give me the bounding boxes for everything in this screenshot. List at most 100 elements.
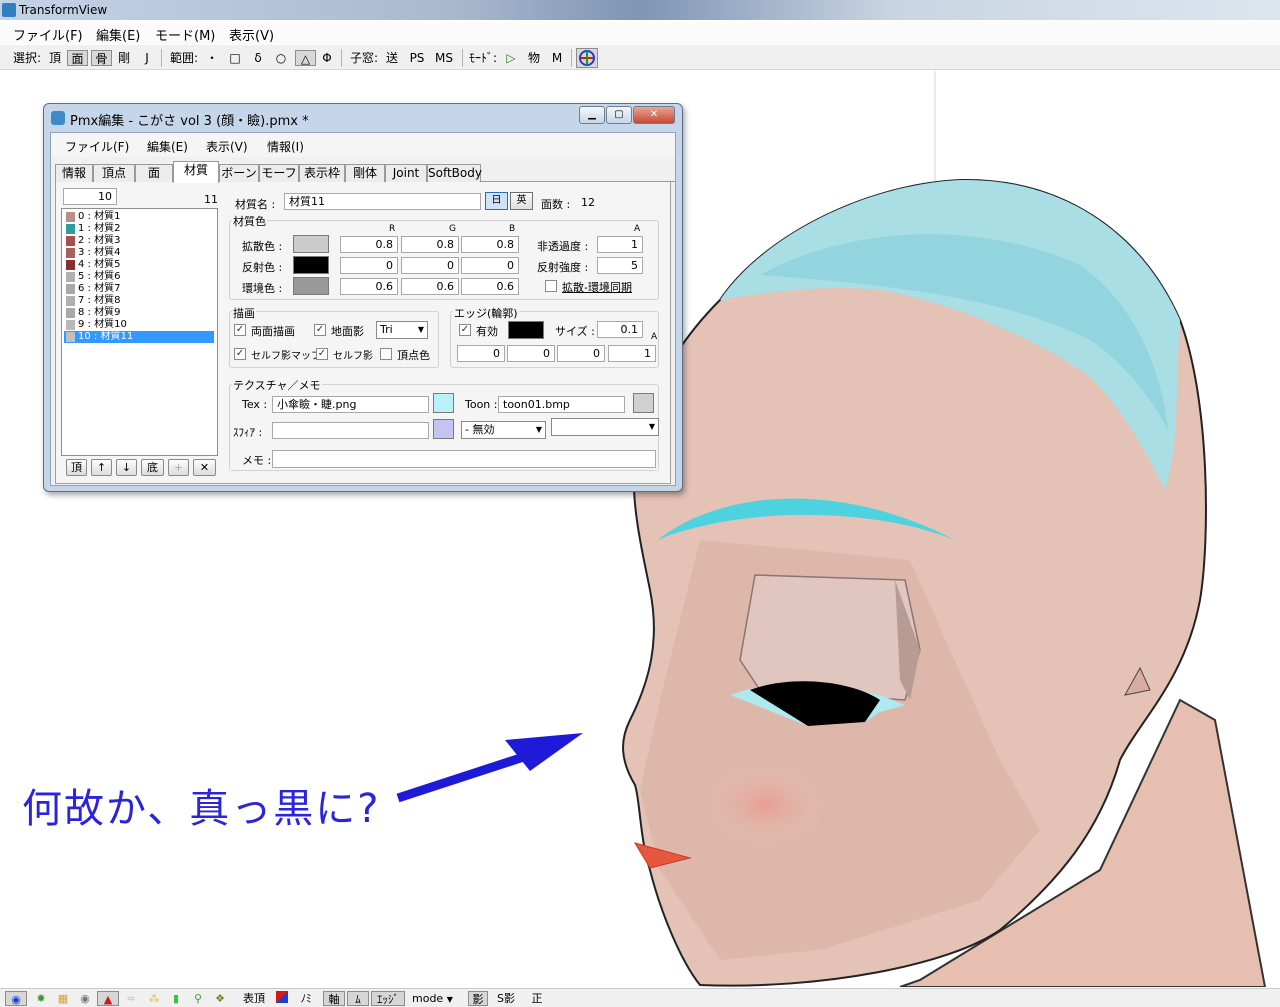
tab-softbody[interactable]: SoftBody bbox=[427, 164, 482, 182]
ambient-r-input[interactable]: 0.6 bbox=[340, 278, 398, 295]
range-phi-button[interactable]: Φ bbox=[318, 50, 336, 66]
specular-color-swatch[interactable] bbox=[293, 256, 329, 274]
status-axis-button[interactable]: 軸 bbox=[323, 991, 345, 1006]
ground-shadow-checkbox[interactable]: ✓ bbox=[314, 324, 326, 336]
tab-morph[interactable]: モーフ bbox=[259, 164, 299, 182]
status-light-button[interactable]: ✸ bbox=[33, 991, 49, 1006]
self-shadow-checkbox[interactable]: ✓ bbox=[316, 348, 328, 360]
dlg-menu-file[interactable]: ファイル(F) bbox=[65, 138, 129, 155]
status-mb-button[interactable]: ﾑ bbox=[347, 991, 369, 1006]
menu-view[interactable]: 表示(V) bbox=[229, 25, 274, 44]
range-delta-button[interactable]: δ bbox=[249, 50, 267, 66]
select-bone-button[interactable]: 骨 bbox=[91, 50, 112, 66]
select-joint-button[interactable]: J bbox=[138, 50, 156, 66]
edge-r-input[interactable]: 0 bbox=[457, 345, 505, 362]
diffuse-color-swatch[interactable] bbox=[293, 235, 329, 253]
self-shadow-map-checkbox[interactable]: ✓ bbox=[234, 348, 246, 360]
status-shadow-button[interactable]: 影 bbox=[468, 991, 488, 1006]
sphere-input[interactable] bbox=[272, 422, 429, 439]
diffuse-b-input[interactable]: 0.8 bbox=[461, 236, 519, 253]
list-item[interactable]: 7 : 材質8 bbox=[64, 295, 214, 307]
ambient-g-input[interactable]: 0.6 bbox=[401, 278, 459, 295]
double-sided-checkbox[interactable]: ✓ bbox=[234, 324, 246, 336]
tab-face[interactable]: 面 bbox=[135, 164, 173, 182]
alpha-input[interactable]: 1 bbox=[597, 236, 643, 253]
status-nomi-button[interactable]: ﾉﾐ bbox=[297, 991, 315, 1006]
status-joint-button[interactable]: ⚲ bbox=[190, 991, 206, 1006]
toon-color-swatch[interactable] bbox=[633, 393, 654, 413]
edge-size-input[interactable]: 0.1 bbox=[597, 321, 643, 338]
move-top-button[interactable]: 頂 bbox=[66, 459, 87, 476]
status-grid-button[interactable]: ▦ bbox=[55, 991, 71, 1006]
material-name-input[interactable]: 材質11 bbox=[284, 193, 481, 210]
vertex-color-checkbox[interactable] bbox=[380, 348, 392, 360]
status-color-button[interactable] bbox=[274, 991, 290, 1006]
status-self-shadow-button[interactable]: S影 bbox=[493, 991, 519, 1006]
list-item[interactable]: 3 : 材質4 bbox=[64, 247, 214, 259]
list-item[interactable]: 4 : 材質5 bbox=[64, 259, 214, 271]
status-dot-button[interactable]: ◉ bbox=[77, 991, 93, 1006]
toon-input[interactable]: toon01.bmp bbox=[498, 396, 625, 413]
diffuse-g-input[interactable]: 0.8 bbox=[401, 236, 459, 253]
edge-b-input[interactable]: 0 bbox=[557, 345, 605, 362]
sphere-color-swatch[interactable] bbox=[433, 419, 454, 439]
tab-rigid-body[interactable]: 剛体 bbox=[345, 164, 385, 182]
primitive-type-dropdown[interactable]: Tri ▼ bbox=[376, 321, 428, 339]
tab-joint[interactable]: Joint bbox=[385, 164, 427, 182]
status-front-button[interactable]: 正 bbox=[528, 991, 546, 1006]
tab-info[interactable]: 情報 bbox=[55, 164, 93, 182]
mode-play-button[interactable]: ▷ bbox=[502, 50, 520, 66]
list-item[interactable]: 2 : 材質3 bbox=[64, 235, 214, 247]
status-edge-button[interactable]: ｴｯｼﾞ bbox=[371, 991, 405, 1006]
delete-button[interactable]: ✕ bbox=[193, 459, 216, 476]
status-triangle-button[interactable]: ▲ bbox=[97, 991, 119, 1006]
status-wave-button[interactable]: ≈ bbox=[123, 991, 139, 1006]
status-bone-button[interactable]: ▮ bbox=[168, 991, 184, 1006]
child-ps-button[interactable]: PS bbox=[406, 50, 428, 66]
spec-power-input[interactable]: 5 bbox=[597, 257, 643, 274]
memo-textarea[interactable] bbox=[272, 450, 656, 468]
lang-en-button[interactable]: 英 bbox=[510, 192, 533, 210]
minimize-button[interactable]: ▁ bbox=[579, 106, 605, 124]
material-list[interactable]: 0 : 材質1 1 : 材質2 2 : 材質3 3 : 材質4 4 : 材質5 … bbox=[61, 208, 218, 456]
select-rigid-button[interactable]: 剛 bbox=[115, 50, 133, 66]
range-rect-button[interactable]: □ bbox=[226, 50, 244, 66]
status-target-button[interactable]: ◉ bbox=[5, 991, 27, 1006]
move-down-button[interactable]: ↓ bbox=[116, 459, 137, 476]
specular-b-input[interactable]: 0 bbox=[461, 257, 519, 274]
diffuse-r-input[interactable]: 0.8 bbox=[340, 236, 398, 253]
status-show-vertex-button[interactable]: 表頂 bbox=[240, 991, 268, 1006]
menu-file[interactable]: ファイル(F) bbox=[13, 25, 83, 44]
dlg-menu-edit[interactable]: 編集(E) bbox=[147, 138, 188, 155]
range-triangle-button[interactable]: △ bbox=[295, 50, 316, 66]
tex-color-swatch[interactable] bbox=[433, 393, 454, 413]
maximize-button[interactable]: ▢ bbox=[606, 106, 632, 124]
edge-enabled-checkbox[interactable]: ✓ bbox=[459, 324, 471, 336]
ambient-b-input[interactable]: 0.6 bbox=[461, 278, 519, 295]
dlg-menu-view[interactable]: 表示(V) bbox=[206, 138, 248, 155]
move-up-button[interactable]: ↑ bbox=[91, 459, 112, 476]
specular-g-input[interactable]: 0 bbox=[401, 257, 459, 274]
list-item[interactable]: 8 : 材質9 bbox=[64, 307, 214, 319]
tab-bone[interactable]: ボーン bbox=[219, 164, 259, 182]
tex-input[interactable]: 小傘瞼・睫.png bbox=[272, 396, 429, 413]
menu-edit[interactable]: 編集(E) bbox=[96, 25, 140, 44]
lang-jp-button[interactable]: 日 bbox=[485, 192, 508, 210]
select-face-button[interactable]: 面 bbox=[67, 50, 88, 66]
edge-g-input[interactable]: 0 bbox=[507, 345, 555, 362]
range-circle-button[interactable]: ○ bbox=[272, 50, 290, 66]
status-mesh-button[interactable]: ⁂ bbox=[146, 991, 162, 1006]
status-physics-button[interactable]: ❖ bbox=[212, 991, 228, 1006]
status-mode-dropdown[interactable]: mode ▼ bbox=[412, 991, 462, 1006]
mode-physics-button[interactable]: 物 bbox=[525, 50, 543, 66]
list-index-input[interactable]: 10 bbox=[63, 188, 117, 205]
sync-label[interactable]: 拡散-環境同期 bbox=[562, 279, 632, 295]
mode-m-button[interactable]: M bbox=[548, 50, 566, 66]
close-button[interactable]: ✕ bbox=[633, 106, 675, 124]
child-ms-button[interactable]: MS bbox=[432, 50, 456, 66]
dlg-menu-info[interactable]: 情報(I) bbox=[267, 138, 304, 155]
list-item[interactable]: 1 : 材質2 bbox=[64, 223, 214, 235]
edge-color-swatch[interactable] bbox=[508, 321, 544, 339]
add-button[interactable]: + bbox=[168, 459, 189, 476]
ambient-color-swatch[interactable] bbox=[293, 277, 329, 295]
